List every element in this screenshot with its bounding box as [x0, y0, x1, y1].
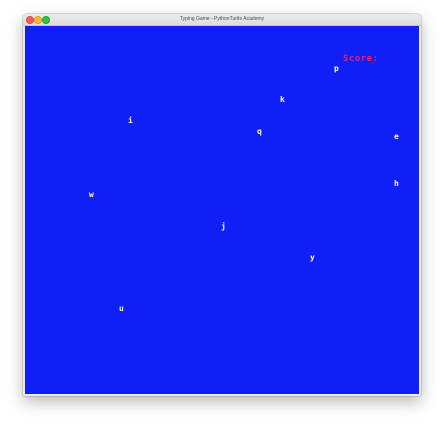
falling-letter-y: y — [310, 253, 315, 262]
falling-letter-u: u — [119, 304, 124, 313]
falling-letter-p: p — [334, 64, 339, 73]
falling-letter-e: e — [394, 132, 399, 141]
falling-letter-w: w — [89, 190, 94, 199]
title-bar: Typing Game - PythonTurtle Academy — [23, 14, 421, 26]
window-title: Typing Game - PythonTurtle Academy — [179, 16, 265, 22]
falling-letter-j: j — [221, 222, 226, 231]
falling-letter-i: i — [128, 116, 133, 125]
falling-letter-k: k — [280, 95, 285, 104]
falling-letter-h: h — [394, 179, 399, 188]
score-label: Score: — [343, 54, 379, 64]
game-canvas[interactable]: Score: p k i q e h w j y u — [25, 26, 419, 394]
game-window: Typing Game - PythonTurtle Academy Score… — [23, 14, 421, 396]
falling-letter-q: q — [257, 127, 262, 136]
